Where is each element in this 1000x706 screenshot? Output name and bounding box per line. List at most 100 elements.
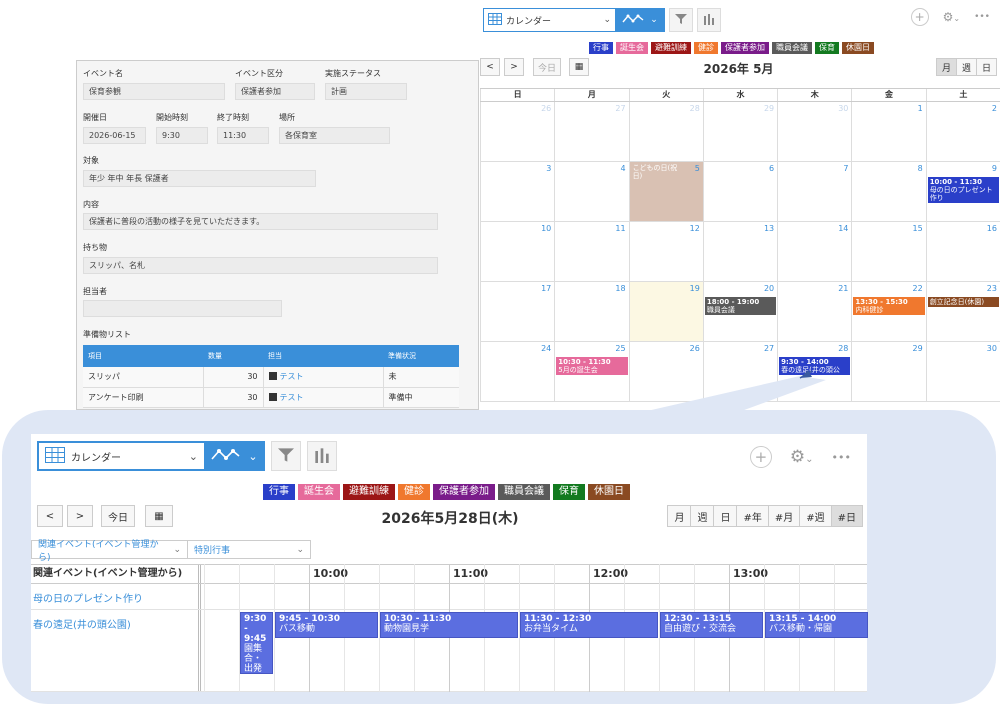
date-field[interactable]: 2026-06-15 [83,127,146,144]
event-type-field[interactable]: 保護者参加 [235,83,315,100]
day-cell[interactable]: 17 [480,282,554,341]
view-mode-button[interactable]: #年 [736,505,769,527]
legend-item[interactable]: 休園日 [588,484,630,500]
timeline-event[interactable]: 10:30 - 11:30 動物園見学 [380,612,518,638]
view-selector[interactable]: カレンダー ⌄ ⌄ [483,8,665,32]
add-icon[interactable]: + [749,446,772,468]
view-mode-button[interactable]: 月 [935,58,957,76]
day-cell[interactable]: 10 [480,222,554,281]
legend-item[interactable]: 避難訓練 [343,484,395,500]
legend-item[interactable]: 行事 [263,484,295,500]
day-cell[interactable]: 29 [702,102,777,161]
day-cell[interactable]: 30 [777,102,851,161]
filter-button[interactable] [271,441,301,471]
day-cell[interactable]: 20 18:00 - 19:00 職員会議 [702,282,777,341]
legend-item[interactable]: 保育 [553,484,585,500]
day-cell[interactable]: 14 [777,222,851,281]
day-cell[interactable]: 8 [851,162,925,221]
day-cell[interactable]: 19 [628,282,703,341]
end-time-field[interactable]: 11:30 [217,127,269,144]
timeline-event[interactable]: 13:15 - 14:00 バス移動・帰園 [765,612,868,638]
view-dropdown[interactable]: カレンダー ⌄ [39,443,205,469]
legend-item[interactable]: 保護者参加 [433,484,495,500]
day-cell[interactable]: 26 [628,342,703,401]
target-field[interactable]: 年少 年中 年長 保護者 [83,170,316,187]
legend-item[interactable]: 健診 [694,42,718,54]
day-cell[interactable]: 16 [925,222,1000,281]
related-event-filter[interactable]: 関連イベント(イベント管理から) ⌄ [31,540,187,563]
special-event-filter[interactable]: 特別行事 ⌄ [187,540,311,559]
day-cell[interactable]: 30 [925,342,1000,401]
calendar-event[interactable]: 13:30 - 15:30 内科健診 [853,297,925,315]
row-label[interactable]: 春の遠足(井の頭公園) [31,610,201,691]
view-mode-button[interactable]: 日 [713,505,738,527]
chart-button[interactable] [307,441,337,471]
calendar-event[interactable]: 創立記念日(休園) [927,297,999,307]
timeline-event[interactable]: 12:30 - 13:15 自由遊び・交流会 [660,612,763,638]
timeline-event[interactable]: 9:30 - 9:45園集合・出発式 [240,612,273,674]
legend-item[interactable]: 避難訓練 [651,42,691,54]
owner-link[interactable]: テスト [280,372,304,381]
more-icon[interactable]: ••• [832,451,851,464]
day-cell[interactable]: 11 [554,222,628,281]
event-name-field[interactable]: 保育参観 [83,83,225,100]
view-dropdown[interactable]: カレンダー ⌄ [484,9,616,31]
day-cell[interactable]: 18 [554,282,628,341]
view-mode-button[interactable]: #月 [767,505,801,527]
legend-item[interactable]: 行事 [589,42,613,54]
day-cell[interactable]: 27 [554,102,628,161]
graph-button[interactable]: ⌄ [205,443,263,469]
timeline-event[interactable]: 11:30 - 12:30 お弁当タイム [520,612,658,638]
view-selector[interactable]: カレンダー ⌄ ⌄ [37,441,265,471]
view-mode-button[interactable]: 月 [667,505,692,527]
legend-item[interactable]: 職員会議 [772,42,812,54]
day-cell[interactable]: 28 9:30 - 14:00 春の遠足(井の頭公 [777,342,851,401]
day-cell[interactable]: 7 [777,162,851,221]
day-cell[interactable]: 9 10:00 - 11:30 母の日のプレゼント作り [925,162,1000,221]
owner-link[interactable]: テスト [280,393,304,402]
filter-button[interactable] [669,8,693,32]
day-cell[interactable]: 15 [851,222,925,281]
day-cell[interactable]: 21 [777,282,851,341]
view-mode-button[interactable]: #日 [830,505,863,527]
calendar-event[interactable]: 9:30 - 14:00 春の遠足(井の頭公 [779,357,851,375]
day-cell[interactable]: 26 [480,102,554,161]
day-cell[interactable]: 24 [480,342,554,401]
view-mode-button[interactable]: 日 [975,58,997,76]
legend-item[interactable]: 健診 [398,484,430,500]
view-mode-button[interactable]: 週 [690,505,715,527]
add-icon[interactable]: + [910,8,929,26]
person-field[interactable] [83,300,282,317]
legend-item[interactable]: 保護者参加 [721,42,769,54]
day-cell[interactable]: 27 [702,342,777,401]
day-cell[interactable]: 4 [554,162,628,221]
legend-item[interactable]: 休園日 [842,42,874,54]
content-field[interactable]: 保護者に普段の活動の様子を見ていただきます。 [83,213,438,230]
view-mode-button[interactable]: #週 [799,505,832,527]
timeline-event[interactable]: 9:45 - 10:30 バス移動 [275,612,378,638]
gear-icon[interactable]: ⚙⌄ [943,10,960,24]
gear-icon[interactable]: ⚙⌄ [790,447,814,467]
place-field[interactable]: 各保育室 [279,127,390,144]
day-cell[interactable]: 12 [628,222,703,281]
start-time-field[interactable]: 9:30 [156,127,208,144]
day-cell[interactable]: 22 13:30 - 15:30 内科健診 [851,282,925,341]
day-cell[interactable]: 3 [480,162,554,221]
items-field[interactable]: スリッパ、名札 [83,257,438,274]
day-cell[interactable]: 25 10:30 - 11:30 5月の誕生会 [554,342,628,401]
chart-button[interactable] [697,8,721,32]
calendar-event[interactable]: 10:30 - 11:30 5月の誕生会 [556,357,628,375]
graph-button[interactable]: ⌄ [616,9,664,31]
day-cell[interactable]: 29 [851,342,925,401]
legend-item[interactable]: 誕生会 [298,484,340,500]
day-cell[interactable]: 6 [702,162,777,221]
status-field[interactable]: 計画 [325,83,407,100]
calendar-event[interactable]: 10:00 - 11:30 母の日のプレゼント作り [927,177,999,203]
more-icon[interactable]: ••• [974,12,990,22]
day-cell[interactable]: 23 創立記念日(休園) [925,282,1000,341]
legend-item[interactable]: 誕生会 [616,42,648,54]
day-cell[interactable]: 2 [925,102,1000,161]
calendar-event[interactable]: こどもの日(祝日) [631,163,689,181]
view-mode-button[interactable]: 週 [955,58,977,76]
row-label[interactable]: 母の日のプレゼント作り [31,584,201,609]
